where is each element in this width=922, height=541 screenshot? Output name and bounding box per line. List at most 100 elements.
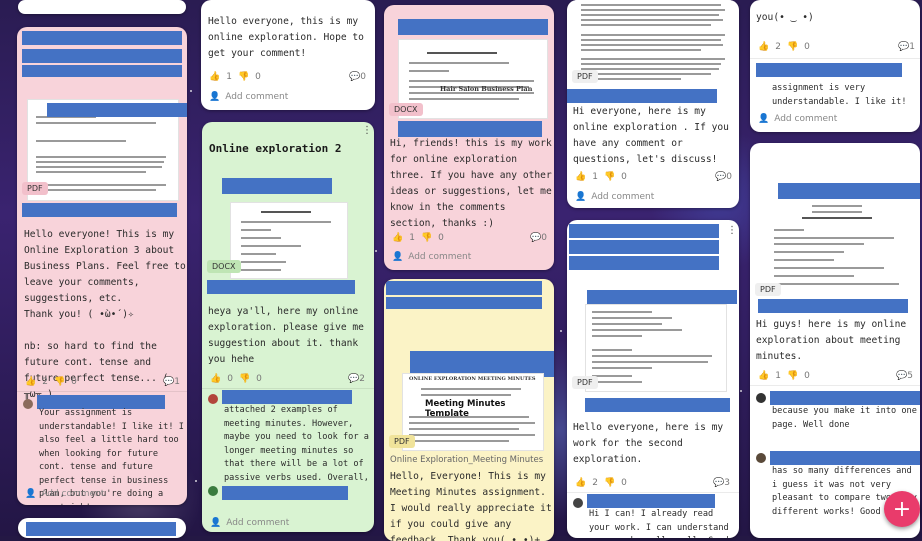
- reactions-bar[interactable]: 👍 2 👎 0: [575, 478, 627, 488]
- add-comment-button[interactable]: 👤 Add comment: [392, 252, 471, 262]
- dislike-icon[interactable]: 👎: [54, 377, 65, 387]
- like-icon[interactable]: 👍: [210, 374, 221, 384]
- comment-icon: 💬: [348, 374, 360, 384]
- redacted-author: [22, 31, 182, 45]
- comment-count: 💬3: [713, 478, 730, 488]
- reactions-bar[interactable]: 👍 1 👎 0: [758, 371, 810, 381]
- dislike-count: 0: [71, 377, 77, 387]
- add-comment-button[interactable]: 👤 Add comment: [758, 114, 837, 124]
- user-icon: 👤: [575, 192, 587, 202]
- redacted-caption: [207, 280, 355, 294]
- avatar: [23, 399, 33, 409]
- dislike-icon[interactable]: 👎: [238, 72, 249, 82]
- reactions-bar[interactable]: 👍 2 👎 0: [758, 42, 810, 52]
- redacted-commenter: [587, 494, 715, 508]
- user-icon: 👤: [210, 518, 222, 528]
- reactions-bar[interactable]: 👍 0 👎 0: [210, 374, 262, 384]
- dislike-icon[interactable]: 👎: [421, 233, 432, 243]
- reactions-bar[interactable]: 👍 1 👎 0: [209, 72, 261, 82]
- star-decoration: [740, 390, 742, 392]
- add-comment-button[interactable]: 👤 Add comment: [210, 518, 289, 528]
- comment-count: 💬2: [348, 374, 365, 384]
- avatar: [756, 393, 766, 403]
- post-body: Hi, friends! this is my work for online …: [390, 138, 552, 229]
- redacted-caption: [585, 398, 730, 412]
- comment-count: 💬0: [530, 233, 547, 243]
- like-icon[interactable]: 👍: [575, 172, 586, 182]
- post-title: Online exploration 2: [209, 142, 342, 155]
- like-icon[interactable]: 👍: [758, 42, 769, 52]
- redacted-commenter: [756, 63, 902, 77]
- like-icon[interactable]: 👍: [758, 371, 769, 381]
- redacted-caption: [567, 89, 717, 103]
- post-card[interactable]: you(• ‿ •) 👍 2 👎 0 💬1 assignment is very u…: [750, 0, 920, 132]
- redacted-block: [569, 240, 719, 254]
- document-title: Hair Salon Business Plan: [440, 85, 533, 93]
- star-decoration: [195, 480, 197, 482]
- document-thumbnail[interactable]: [585, 304, 727, 392]
- post-card-partial[interactable]: [18, 518, 186, 538]
- post-card[interactable]: ⋮ PDF Hello everyone, here is my work fo…: [567, 220, 739, 538]
- avatar: [208, 394, 218, 404]
- document-thumbnail[interactable]: ONLINE EXPLORATION MEETING MINUTES Meeti…: [402, 373, 544, 451]
- more-options-icon[interactable]: ⋮: [362, 126, 372, 136]
- post-card[interactable]: ONLINE EXPLORATION MEETING MINUTES Meeti…: [384, 279, 554, 541]
- comment-icon: 💬: [715, 172, 727, 182]
- divider: [202, 388, 374, 389]
- like-icon[interactable]: 👍: [575, 478, 586, 488]
- redacted-block: [22, 65, 182, 77]
- post-card[interactable]: PDF Hi guys! here is my online explorati…: [750, 143, 920, 538]
- post-body: Hi everyone, here is my online explorati…: [573, 106, 735, 165]
- post-body: Hi guys! here is my online exploration a…: [756, 319, 912, 362]
- user-icon: 👤: [758, 114, 770, 124]
- comment-icon: 💬: [713, 478, 725, 488]
- dislike-icon[interactable]: 👎: [239, 374, 250, 384]
- divider: [17, 391, 187, 392]
- post-card[interactable]: Hair Salon Business Plan DOCX Hi, friend…: [384, 5, 554, 270]
- post-card-partial[interactable]: [18, 0, 186, 14]
- redacted-caption: [398, 121, 542, 137]
- user-icon: 👤: [25, 489, 37, 499]
- add-comment-button[interactable]: 👤 Add comment: [575, 192, 654, 202]
- add-comment-button[interactable]: 👤 Add comment: [209, 92, 288, 102]
- redacted-block: [22, 49, 182, 63]
- post-card[interactable]: ⋮ Online exploration 2 DOCX heya ya'll, …: [202, 122, 374, 532]
- reactions-bar[interactable]: 👍 1 👎 0: [392, 233, 444, 243]
- redacted-commenter: [222, 486, 348, 500]
- post-body: heya ya'll, here my online exploration. …: [208, 306, 370, 365]
- add-comment-button[interactable]: 👤 Add comment: [25, 489, 104, 499]
- avatar: [208, 486, 218, 496]
- file-type-badge: PDF: [22, 182, 48, 195]
- avatar: [573, 498, 583, 508]
- post-card[interactable]: Hello everyone, this is my online explor…: [201, 0, 375, 110]
- like-icon[interactable]: 👍: [392, 233, 403, 243]
- redacted-block: [778, 183, 920, 199]
- dislike-icon[interactable]: 👎: [787, 371, 798, 381]
- redacted-caption: [758, 299, 908, 313]
- divider: [750, 385, 920, 386]
- post-card[interactable]: PDF Hi everyone, here is my online explo…: [567, 0, 739, 208]
- post-body: you(• ‿ •): [756, 12, 814, 23]
- document-thumbnail[interactable]: [230, 202, 348, 279]
- comment-count: 💬0: [349, 72, 366, 82]
- like-icon[interactable]: 👍: [25, 377, 36, 387]
- more-options-icon[interactable]: ⋮: [727, 226, 737, 236]
- file-type-badge: PDF: [572, 376, 598, 389]
- reactions-bar[interactable]: 👍 2 👎 0: [25, 377, 77, 387]
- user-icon: 👤: [209, 92, 221, 102]
- star-decoration: [190, 90, 192, 92]
- redacted-block: [47, 103, 187, 117]
- dislike-icon[interactable]: 👎: [604, 478, 615, 488]
- dislike-icon[interactable]: 👎: [787, 42, 798, 52]
- comment-text: Hi I can! I already read your work. I ca…: [589, 509, 729, 538]
- attachment-caption: Online Exploration_Meeting Minutes: [390, 455, 544, 465]
- comment-count: 💬0: [715, 172, 732, 182]
- like-icon[interactable]: 👍: [209, 72, 220, 82]
- dislike-icon[interactable]: 👎: [604, 172, 615, 182]
- post-card[interactable]: PDF Hello everyone! This is my Online Ex…: [17, 27, 187, 505]
- add-post-button[interactable]: +: [884, 491, 920, 527]
- reactions-bar[interactable]: 👍 1 👎 0: [575, 172, 627, 182]
- document-thumbnail[interactable]: [768, 201, 908, 297]
- post-body: Hello everyone, here is my work for the …: [573, 422, 729, 465]
- document-thumbnail[interactable]: [575, 0, 731, 86]
